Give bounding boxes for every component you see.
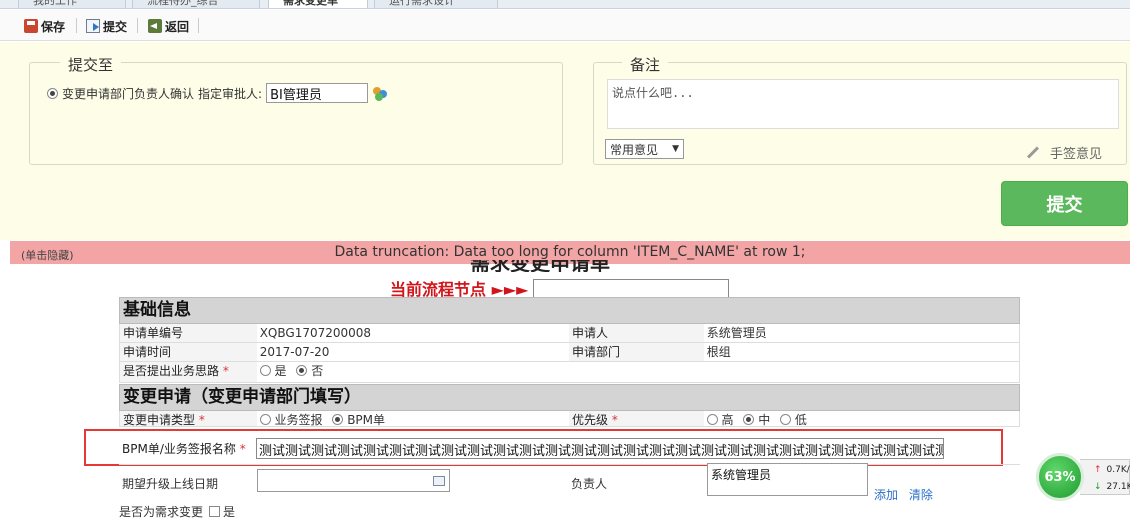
tab-my-work[interactable]: 我的工作 bbox=[18, 0, 126, 8]
priority-low-radio[interactable] bbox=[780, 414, 792, 425]
request-form: 基础信息 申请单编号 XQBG1707200008 申请人 系统管理员 申请时间… bbox=[119, 297, 1020, 427]
type-bpm-radio[interactable] bbox=[332, 414, 344, 425]
applicant-label: 申请人 bbox=[569, 324, 704, 342]
priority-mid-radio[interactable] bbox=[743, 414, 755, 425]
approver-label: 指定审批人: bbox=[198, 86, 263, 101]
request-time-value: 2017-07-20 bbox=[259, 345, 330, 359]
priority-high-radio[interactable] bbox=[706, 414, 718, 425]
tab-strip: 我的工作 流程待办_综合 需求变更单 运行需求设计 bbox=[0, 0, 1130, 9]
expected-date-input[interactable] bbox=[257, 469, 450, 492]
requirement-change-checkbox[interactable] bbox=[209, 506, 221, 517]
common-opinion-select[interactable]: 常用意见 ▼ bbox=[605, 139, 684, 159]
owner-actions: 添加 清除 bbox=[874, 486, 940, 503]
form-row: 是否提出业务思路 * 是 否 bbox=[119, 362, 1020, 383]
expected-date-label: 期望升级上线日期 bbox=[122, 477, 219, 491]
dept-label: 申请部门 bbox=[569, 343, 704, 361]
save-button[interactable]: 保存 bbox=[24, 17, 65, 35]
bpm-name-label: BPM单/业务签报名称 * bbox=[122, 441, 246, 456]
toolbar-divider bbox=[198, 18, 199, 33]
submit-button[interactable]: 提交 bbox=[1001, 181, 1128, 226]
change-type-options: 业务签报 BPM单 bbox=[257, 411, 569, 426]
remark-textarea[interactable]: 说点什么吧... bbox=[607, 79, 1119, 129]
submit-option-row: 变更申请部门负责人确认 指定审批人: bbox=[47, 83, 394, 103]
network-speed-widget[interactable]: ↑0.7K/s ↓27.1K/s 63% bbox=[1036, 453, 1130, 501]
tab-change-request[interactable]: 需求变更单 bbox=[268, 0, 368, 8]
calendar-icon[interactable] bbox=[433, 476, 445, 486]
request-time-label: 申请时间 bbox=[120, 343, 257, 361]
toolbar-divider bbox=[137, 18, 138, 33]
tab-requirement-design[interactable]: 运行需求设计 bbox=[374, 0, 498, 8]
requirement-change-label: 是否为需求变更 bbox=[119, 505, 204, 518]
speed-panel: ↑0.7K/s ↓27.1K/s bbox=[1080, 459, 1130, 495]
select-people-icon[interactable] bbox=[372, 85, 390, 101]
pencil-icon bbox=[1026, 146, 1040, 159]
submit-area: 提交至 变更申请部门负责人确认 指定审批人: 备注 说点什么吧... 常用意见 … bbox=[0, 42, 1130, 240]
dept-value: 根组 bbox=[706, 345, 731, 359]
business-idea-options: 是 否 bbox=[257, 362, 1019, 382]
submit-option-label: 变更申请部门负责人确认 bbox=[62, 86, 195, 101]
priority-options: 高 中 低 bbox=[704, 411, 1019, 426]
business-idea-label: 是否提出业务思路 * bbox=[120, 362, 257, 382]
toolbar-divider bbox=[76, 18, 77, 33]
bpm-name-row: BPM单/业务签报名称 * 测试测试测试测试测试测试测试测试测试测试测试测试测试… bbox=[119, 434, 1020, 462]
date-owner-row: 期望升级上线日期 负责人 系统管理员 添加 清除 bbox=[119, 463, 1020, 503]
download-arrow-icon: ↓ bbox=[1094, 481, 1102, 492]
section-change-request: 变更申请（变更申请部门填写） bbox=[119, 384, 1020, 411]
back-icon bbox=[148, 19, 162, 33]
handwrite-opinion-link[interactable]: 手签意见 bbox=[1026, 143, 1102, 162]
owner-label: 负责人 bbox=[571, 477, 608, 491]
approver-input[interactable] bbox=[266, 83, 369, 103]
chevron-down-icon: ▼ bbox=[672, 144, 679, 154]
idea-no-radio[interactable] bbox=[296, 365, 308, 376]
left-gutter bbox=[0, 241, 10, 518]
upload-arrow-icon: ↑ bbox=[1094, 464, 1102, 475]
remark-panel: 备注 说点什么吧... 常用意见 ▼ 手签意见 bbox=[593, 54, 1127, 165]
submit-to-legend: 提交至 bbox=[60, 54, 122, 75]
submit-option-radio[interactable] bbox=[47, 87, 58, 99]
applicant-value: 系统管理员 bbox=[706, 326, 767, 340]
form-row: 变更申请类型 * 业务签报 BPM单 优先级 * 高 中 低 bbox=[119, 411, 1020, 427]
clear-owner-link[interactable]: 清除 bbox=[909, 488, 933, 502]
save-icon bbox=[24, 19, 38, 33]
change-type-label: 变更申请类型 * bbox=[120, 411, 257, 426]
submit-icon bbox=[86, 19, 100, 33]
owner-textarea[interactable]: 系统管理员 bbox=[707, 463, 868, 496]
error-message: Data truncation: Data too long for colum… bbox=[334, 244, 806, 260]
bpm-name-input[interactable]: 测试测试测试测试测试测试测试测试测试测试测试测试测试测试测试测试测试测试测试测试… bbox=[256, 437, 944, 459]
form-row: 申请时间 2017-07-20 申请部门 根组 bbox=[119, 343, 1020, 362]
tab-process-todo[interactable]: 流程待办_综合 bbox=[132, 0, 260, 8]
back-button[interactable]: 返回 bbox=[148, 17, 189, 35]
page-title: 需求变更申请单 bbox=[470, 260, 610, 272]
requirement-change-row: 是否为需求变更 是 bbox=[119, 505, 236, 518]
request-no-label: 申请单编号 bbox=[120, 324, 257, 342]
form-row: 申请单编号 XQBG1707200008 申请人 系统管理员 bbox=[119, 324, 1020, 343]
idea-yes-radio[interactable] bbox=[259, 365, 271, 376]
current-node-field bbox=[532, 278, 729, 298]
remark-legend: 备注 bbox=[622, 54, 669, 75]
memory-usage-circle[interactable]: 63% bbox=[1036, 453, 1084, 501]
request-no-value: XQBG1707200008 bbox=[259, 326, 372, 340]
priority-label: 优先级 * bbox=[569, 411, 704, 426]
add-owner-link[interactable]: 添加 bbox=[874, 488, 898, 502]
toolbar: 保存 提交 返回 bbox=[0, 10, 1130, 41]
section-basic-info: 基础信息 bbox=[119, 297, 1020, 324]
submit-to-panel: 提交至 变更申请部门负责人确认 指定审批人: bbox=[29, 54, 563, 165]
submit-toolbar-button[interactable]: 提交 bbox=[86, 17, 127, 35]
type-business-radio[interactable] bbox=[259, 414, 271, 425]
